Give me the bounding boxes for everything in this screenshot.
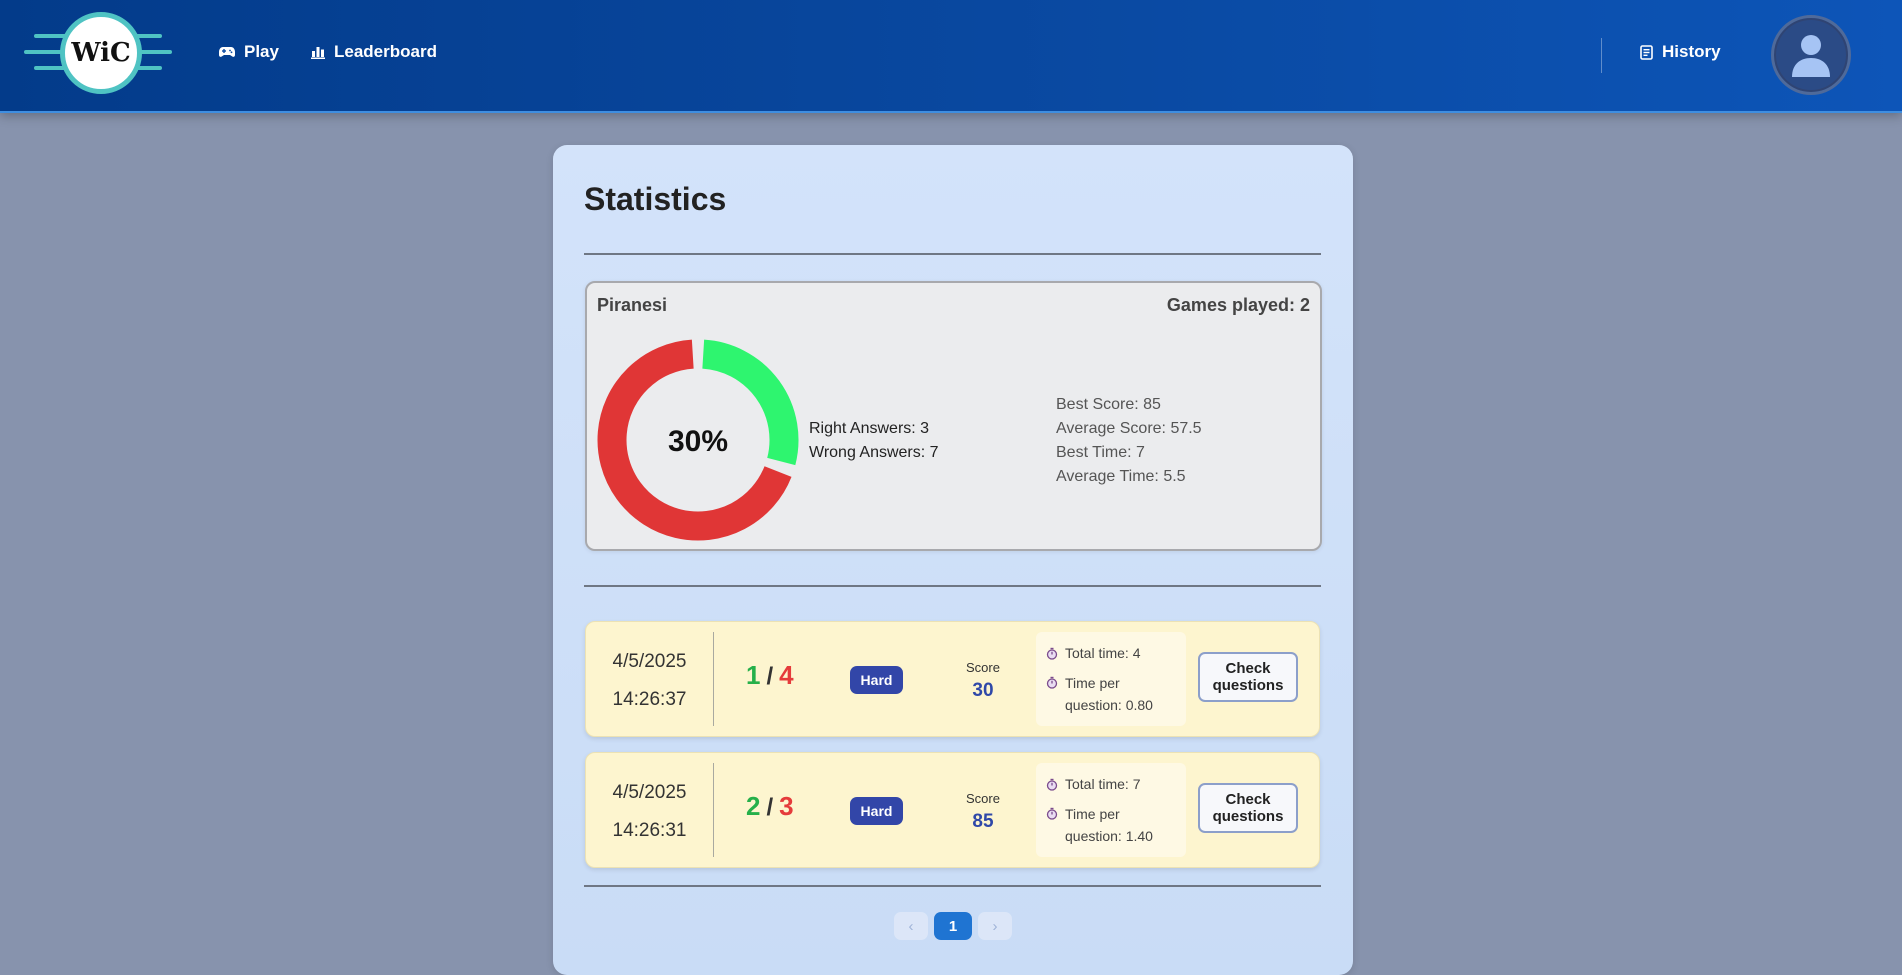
nav-play[interactable]: Play (219, 42, 279, 62)
pagination-next-button[interactable]: › (978, 912, 1012, 940)
stopwatch-icon (1046, 807, 1058, 820)
stopwatch-icon (1046, 676, 1058, 689)
game-history-row: 4/5/2025 14:26:31 2/3 Hard Score 85 Tota… (585, 752, 1320, 868)
stopwatch-icon (1046, 778, 1058, 791)
check-questions-button[interactable]: Check questions (1198, 783, 1298, 833)
best-time: Best Time: 7 (1056, 444, 1145, 461)
time-per-question-line: Time per question: 1.40 (1046, 803, 1165, 847)
score-value: 85 (972, 811, 994, 832)
time-info: Total time: 4 Time per question: 0.80 (1036, 632, 1186, 726)
user-avatar[interactable] (1771, 15, 1851, 95)
right-count: 1 (746, 660, 761, 690)
score-label: Score (966, 660, 1000, 675)
document-icon (1640, 44, 1653, 60)
nav-play-label: Play (244, 42, 279, 61)
divider (584, 585, 1321, 587)
nav-divider (1601, 38, 1602, 73)
ratio-slash: / (766, 794, 774, 821)
statistics-panel: Statistics Piranesi Games played: 2 30% … (553, 145, 1353, 975)
total-time: Total time: 7 (1065, 776, 1141, 792)
game-history-row: 4/5/2025 14:26:37 1/4 Hard Score 30 Tota… (585, 621, 1320, 737)
score-value: 30 (972, 680, 994, 701)
time-info: Total time: 7 Time per question: 1.40 (1036, 763, 1186, 857)
answer-ratio: 1/4 (746, 660, 794, 691)
time-per-question-line: Time per question: 0.80 (1046, 672, 1165, 716)
nav-leaderboard-label: Leaderboard (334, 42, 437, 61)
best-score: Best Score: 85 (1056, 396, 1161, 413)
total-time-line: Total time: 4 (1046, 645, 1140, 661)
logo-text: WiC (71, 38, 131, 68)
time-per-question: Time per question: 0.80 (1065, 675, 1153, 713)
difficulty-badge: Hard (850, 797, 903, 825)
logo-badge: WiC (60, 12, 142, 94)
user-stats-card: Piranesi Games played: 2 30% Right Answe… (585, 281, 1322, 551)
nav-leaderboard[interactable]: Leaderboard (311, 42, 437, 62)
ratio-slash: / (766, 663, 774, 690)
stopwatch-icon (1046, 647, 1058, 660)
wrong-answers: Wrong Answers: 7 (809, 444, 939, 461)
average-score: Average Score: 57.5 (1056, 420, 1202, 437)
row-separator (713, 632, 714, 726)
accuracy-donut-chart: 30% (597, 339, 799, 541)
games-played: Games played: 2 (1166, 295, 1310, 315)
score-label: Score (966, 791, 1000, 806)
right-count: 2 (746, 791, 761, 821)
nav-history[interactable]: History (1640, 42, 1721, 62)
gamepad-icon (219, 47, 235, 57)
nav-history-label: History (1662, 42, 1721, 61)
answer-counts: Right Answers: 3 Wrong Answers: 7 (809, 417, 939, 465)
pagination-prev-button[interactable]: ‹ (894, 912, 928, 940)
score-summary: Best Score: 85 Average Score: 57.5 Best … (1056, 393, 1202, 489)
app-logo[interactable]: WiC (24, 12, 172, 94)
time-per-question: Time per question: 1.40 (1065, 806, 1153, 844)
game-time: 14:26:31 (612, 820, 687, 841)
game-time: 14:26:37 (612, 689, 687, 710)
right-answers: Right Answers: 3 (809, 420, 930, 437)
username: Piranesi (597, 295, 668, 315)
wrong-count: 3 (779, 791, 794, 821)
page-title: Statistics (584, 181, 727, 217)
difficulty-badge: Hard (850, 666, 903, 694)
wrong-count: 4 (779, 660, 794, 690)
answer-ratio: 2/3 (746, 791, 794, 822)
divider (584, 253, 1321, 255)
average-time: Average Time: 5.5 (1056, 468, 1186, 485)
donut-percent-label: 30% (668, 425, 728, 458)
top-navbar: WiC Play Leaderboard History (0, 0, 1902, 113)
pagination-page-1[interactable]: 1 (934, 912, 972, 940)
game-date: 4/5/2025 (612, 782, 687, 803)
check-questions-button[interactable]: Check questions (1198, 652, 1298, 702)
divider (584, 885, 1321, 887)
user-icon (1792, 35, 1830, 77)
total-time-line: Total time: 7 (1046, 776, 1140, 792)
bar-chart-icon (311, 46, 325, 59)
game-date: 4/5/2025 (612, 651, 687, 672)
total-time: Total time: 4 (1065, 645, 1141, 661)
row-separator (713, 763, 714, 857)
